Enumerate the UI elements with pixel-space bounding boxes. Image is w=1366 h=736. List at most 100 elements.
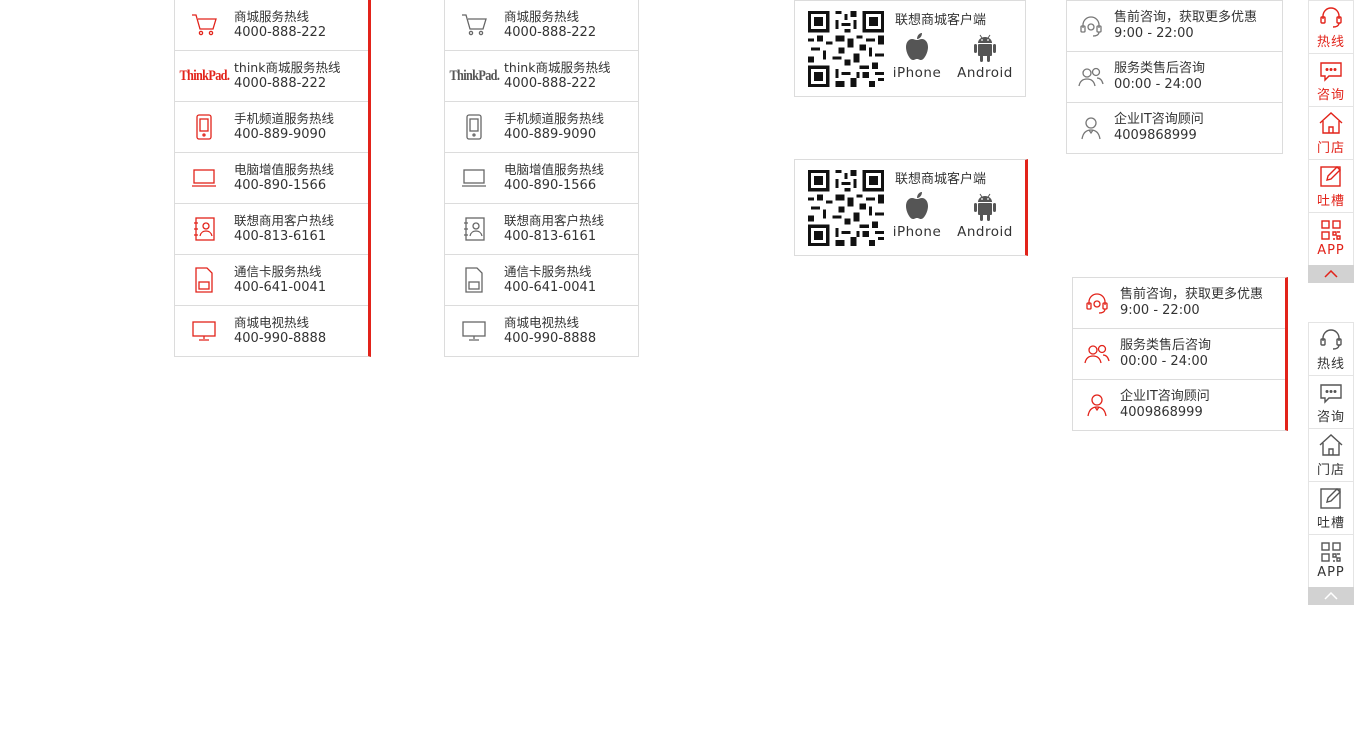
hotline-phone: 400-890-1566 [504, 178, 597, 193]
iphone-download[interactable]: iPhone [887, 31, 947, 81]
consult-row-enterprise[interactable]: 企业IT咨询顾问 4009868999 [1073, 380, 1285, 430]
hotline-label: think商城服务热线 [504, 60, 611, 75]
business-contact-icon [175, 204, 233, 254]
apple-icon [887, 31, 947, 63]
hotline-phone: 400-890-1566 [234, 178, 327, 193]
app-title: 联想商城客户端 [895, 172, 987, 187]
consult-row-presale[interactable]: 售前咨询，获取更多优惠 9:00 - 22:00 [1073, 278, 1285, 329]
hotline-phone: 400-889-9090 [234, 127, 327, 142]
hotline-row-mall[interactable]: 商城服务热线 4000-888-222 [175, 0, 368, 51]
tv-icon [175, 306, 233, 356]
hotline-label: think商城服务热线 [234, 60, 341, 75]
app-download-panel-active: 联想商城客户端 iPhone Android [794, 159, 1028, 256]
hotline-row-business[interactable]: 联想商用客户热线 400-813-6161 [445, 204, 638, 255]
sidebar-item-feedback[interactable]: 吐槽 [1308, 481, 1354, 534]
headset-icon [1075, 11, 1107, 41]
consult-detail: 4009868999 [1120, 405, 1203, 420]
sidebar-item-store[interactable]: 门店 [1308, 106, 1354, 159]
consult-row-aftersale[interactable]: 服务类售后咨询 00:00 - 24:00 [1073, 329, 1285, 380]
chat-icon [1309, 54, 1353, 82]
cart-icon [445, 0, 503, 50]
sidebar-item-app[interactable]: APP [1308, 212, 1354, 265]
hotline-phone: 400-813-6161 [504, 229, 597, 244]
consult-label: 企业IT咨询顾问 [1114, 112, 1204, 127]
consult-label: 售前咨询，获取更多优惠 [1114, 10, 1258, 25]
sidebar-item-app[interactable]: APP [1308, 534, 1354, 587]
hotline-row-think[interactable]: ThinkPad. think商城服务热线 4000-888-222 [445, 51, 638, 102]
hotline-phone: 4000-888-222 [504, 76, 597, 91]
hotline-phone: 400-813-6161 [234, 229, 327, 244]
android-icon [955, 31, 1015, 63]
sidebar-label: 门店 [1316, 463, 1345, 478]
consult-row-enterprise[interactable]: 企业IT咨询顾问 4009868999 [1067, 103, 1282, 153]
sidebar-label: 咨询 [1316, 88, 1345, 103]
back-to-top-button[interactable] [1308, 265, 1354, 283]
android-download[interactable]: Android [955, 190, 1015, 240]
sidebar-item-consult[interactable]: 咨询 [1308, 53, 1354, 106]
android-download[interactable]: Android [955, 31, 1015, 81]
phone-icon [175, 102, 233, 152]
sidebar-item-feedback[interactable]: 吐槽 [1308, 159, 1354, 212]
headset-icon [1309, 323, 1353, 351]
home-icon [1309, 107, 1353, 135]
android-icon [955, 190, 1015, 222]
users-icon [1081, 339, 1113, 369]
hotline-label: 联想商用客户热线 [234, 213, 335, 228]
hotline-phone: 400-889-9090 [504, 127, 597, 142]
thinkpad-logo: ThinkPad. [179, 67, 229, 84]
floating-sidebar-active: 热线 咨询 门店 吐槽 APP [1308, 0, 1354, 283]
phone-icon [445, 102, 503, 152]
chat-icon [1309, 376, 1353, 404]
hotline-row-phone[interactable]: 手机频道服务热线 400-889-9090 [175, 102, 368, 153]
tv-icon [445, 306, 503, 356]
hotline-panel-default: 商城服务热线 4000-888-222 ThinkPad. think商城服务热线… [444, 0, 639, 357]
back-to-top-button[interactable] [1308, 587, 1354, 605]
iphone-label: iPhone [892, 224, 942, 240]
hotline-row-sim[interactable]: 通信卡服务热线 400-641-0041 [175, 255, 368, 306]
consult-label: 服务类售后咨询 [1120, 338, 1212, 353]
sidebar-item-store[interactable]: 门店 [1308, 428, 1354, 481]
consult-row-aftersale[interactable]: 服务类售后咨询 00:00 - 24:00 [1067, 52, 1282, 103]
consult-detail: 00:00 - 24:00 [1120, 354, 1208, 369]
sidebar-item-consult[interactable]: 咨询 [1308, 375, 1354, 428]
hotline-phone: 400-641-0041 [234, 280, 327, 295]
consult-row-presale[interactable]: 售前咨询，获取更多优惠 9:00 - 22:00 [1067, 1, 1282, 52]
laptop-icon [445, 153, 503, 203]
iphone-label: iPhone [892, 65, 942, 81]
hotline-phone: 400-641-0041 [504, 280, 597, 295]
hotline-row-business[interactable]: 联想商用客户热线 400-813-6161 [175, 204, 368, 255]
consult-label: 售前咨询，获取更多优惠 [1120, 287, 1264, 302]
hotline-row-tv[interactable]: 商城电视热线 400-990-8888 [445, 306, 638, 356]
hotline-row-sim[interactable]: 通信卡服务热线 400-641-0041 [445, 255, 638, 306]
android-label: Android [957, 65, 1013, 81]
iphone-download[interactable]: iPhone [887, 190, 947, 240]
hotline-phone: 400-990-8888 [234, 331, 327, 346]
qr-icon [1309, 213, 1353, 241]
hotline-phone: 4000-888-222 [234, 25, 327, 40]
hotline-label: 手机频道服务热线 [504, 111, 605, 126]
chevron-up-icon [1324, 270, 1338, 278]
headset-icon [1081, 288, 1113, 318]
cart-icon [175, 0, 233, 50]
home-icon [1309, 429, 1353, 457]
sidebar-item-hotline[interactable]: 热线 [1308, 0, 1354, 53]
hotline-row-tv[interactable]: 商城电视热线 400-990-8888 [175, 306, 368, 356]
business-contact-icon [445, 204, 503, 254]
thinkpad-logo: ThinkPad. [449, 67, 499, 84]
hotline-row-phone[interactable]: 手机频道服务热线 400-889-9090 [445, 102, 638, 153]
sim-card-icon [175, 255, 233, 305]
hotline-row-pc[interactable]: 电脑增值服务热线 400-890-1566 [445, 153, 638, 204]
hotline-label: 手机频道服务热线 [234, 111, 335, 126]
hotline-row-mall[interactable]: 商城服务热线 4000-888-222 [445, 0, 638, 51]
sidebar-item-hotline[interactable]: 热线 [1308, 322, 1354, 375]
floating-sidebar-default: 热线 咨询 门店 吐槽 APP [1308, 322, 1354, 605]
consult-detail: 9:00 - 22:00 [1120, 303, 1200, 318]
hotline-row-pc[interactable]: 电脑增值服务热线 400-890-1566 [175, 153, 368, 204]
hotline-label: 电脑增值服务热线 [234, 162, 335, 177]
consult-detail: 9:00 - 22:00 [1114, 26, 1194, 41]
laptop-icon [175, 153, 233, 203]
hotline-panel-active: 商城服务热线 4000-888-222 ThinkPad. think商城服务热线… [174, 0, 371, 357]
android-label: Android [957, 224, 1013, 240]
sidebar-label: 咨询 [1316, 410, 1345, 425]
hotline-row-think[interactable]: ThinkPad. think商城服务热线 4000-888-222 [175, 51, 368, 102]
